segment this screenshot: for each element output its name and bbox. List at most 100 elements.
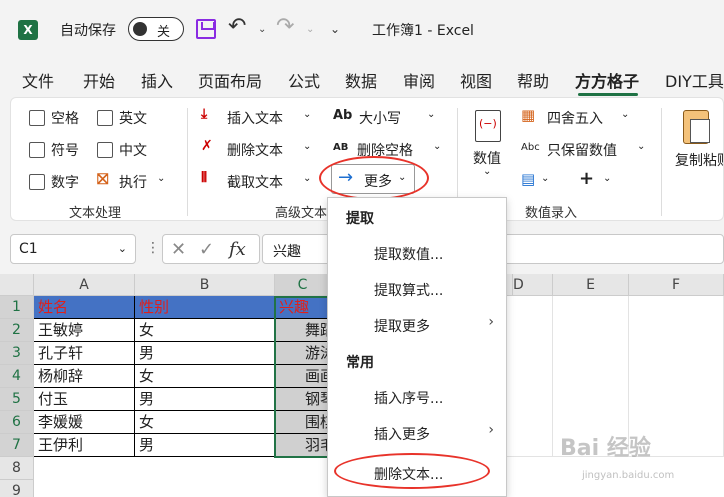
customize-toolbar-icon[interactable]: ⌄ bbox=[330, 22, 340, 36]
table-cell[interactable]: 男 bbox=[135, 434, 275, 457]
table-cell[interactable]: 王敏婷 bbox=[34, 319, 135, 342]
undo-icon[interactable]: ↶ bbox=[228, 14, 246, 39]
insert-text-button[interactable]: ⤓ 插入文本 ⌄ bbox=[201, 106, 319, 130]
cell-c1[interactable]: 兴趣 bbox=[275, 296, 331, 319]
checkbox-symbol[interactable] bbox=[29, 142, 45, 158]
row-header[interactable]: 4 bbox=[0, 365, 34, 388]
undo-dropdown-icon[interactable]: ⌄ bbox=[258, 24, 266, 35]
edit-table-icon[interactable]: ▤ bbox=[521, 170, 535, 188]
execute-button[interactable]: ⛝ 执行 ⌄ bbox=[95, 170, 171, 194]
more-options-icon[interactable]: ⋮ bbox=[146, 240, 160, 256]
checkbox-chinese[interactable] bbox=[97, 142, 113, 158]
redo-icon[interactable]: ↷ bbox=[276, 14, 294, 39]
name-box[interactable]: C1 ⌄ bbox=[10, 234, 136, 264]
row-header[interactable]: 3 bbox=[0, 342, 34, 365]
checkbox-space[interactable] bbox=[29, 110, 45, 126]
table-cell[interactable]: 画画 bbox=[275, 365, 331, 388]
table-cell[interactable]: 钢琴 bbox=[275, 388, 331, 411]
label-number: 数字 bbox=[51, 175, 79, 191]
menu-insert[interactable]: 插入 bbox=[141, 68, 173, 92]
menu-fangfang[interactable]: 方方格子 bbox=[575, 68, 639, 92]
chevron-down-icon[interactable]: ⌄ bbox=[603, 173, 611, 184]
empty-cells[interactable] bbox=[507, 296, 553, 457]
round-button[interactable]: ▦ 四舍五入 ⌄ bbox=[521, 106, 641, 130]
chevron-down-icon[interactable]: ⌄ bbox=[541, 173, 549, 184]
section-extract: 提取 bbox=[346, 211, 374, 227]
redo-dropdown-icon[interactable]: ⌄ bbox=[306, 24, 314, 35]
table-cell[interactable]: 李媛媛 bbox=[34, 411, 135, 434]
menu-item-extract-more[interactable]: 提取更多 bbox=[374, 316, 430, 336]
menu-data[interactable]: 数据 bbox=[345, 68, 377, 92]
value-button[interactable]: (−) 数值 ⌄ bbox=[469, 106, 509, 186]
table-cell[interactable]: 舞蹈 bbox=[275, 319, 331, 342]
checkbox-number[interactable] bbox=[29, 174, 45, 190]
table-cell[interactable]: 男 bbox=[135, 342, 275, 365]
menu-help[interactable]: 帮助 bbox=[517, 68, 549, 92]
cancel-icon[interactable]: ✕ bbox=[171, 239, 186, 260]
table-cell[interactable]: 孔子轩 bbox=[34, 342, 135, 365]
table-cell[interactable]: 女 bbox=[135, 365, 275, 388]
menu-item-extract-values[interactable]: 提取数值... bbox=[374, 244, 443, 264]
menu-item-extract-formula[interactable]: 提取算式... bbox=[374, 280, 443, 300]
column-header-e[interactable]: E bbox=[553, 274, 629, 296]
row-header[interactable]: 2 bbox=[0, 319, 34, 342]
table-cell[interactable]: 王伊利 bbox=[34, 434, 135, 457]
column-header-d-label[interactable]: D bbox=[513, 274, 553, 296]
formula-content: 兴趣 bbox=[273, 244, 301, 260]
menu-review[interactable]: 审阅 bbox=[403, 68, 435, 92]
autosave-toggle[interactable]: 关 bbox=[128, 17, 184, 41]
column-header-a[interactable]: A bbox=[34, 274, 135, 296]
save-icon[interactable] bbox=[196, 19, 216, 39]
case-icon: Ab bbox=[333, 108, 353, 123]
column-header-b[interactable]: B bbox=[135, 274, 275, 296]
menu-page-layout[interactable]: 页面布局 bbox=[198, 68, 262, 92]
chevron-right-icon: › bbox=[488, 314, 494, 330]
cell-b1[interactable]: 性别 bbox=[135, 296, 275, 319]
menu-formulas[interactable]: 公式 bbox=[288, 68, 320, 92]
annotation-circle bbox=[319, 156, 429, 200]
extract-text-button[interactable]: ⦀ 截取文本 ⌄ bbox=[201, 170, 319, 194]
execute-icon: ⛝ bbox=[97, 170, 109, 188]
chevron-down-icon: ⌄ bbox=[117, 242, 127, 255]
menu-item-insert-more[interactable]: 插入更多 bbox=[374, 424, 430, 444]
plus-icon[interactable]: + bbox=[579, 168, 594, 189]
menu-home[interactable]: 开始 bbox=[83, 68, 115, 92]
chevron-down-icon: ⌄ bbox=[483, 166, 492, 177]
menu-view[interactable]: 视图 bbox=[460, 68, 492, 92]
chevron-down-icon: ⌄ bbox=[637, 141, 646, 152]
table-cell[interactable]: 女 bbox=[135, 319, 275, 342]
menu-file[interactable]: 文件 bbox=[22, 68, 54, 92]
row-header[interactable]: 5 bbox=[0, 388, 34, 411]
active-tab-indicator bbox=[578, 93, 638, 96]
autosave-label: 自动保存 bbox=[60, 23, 116, 39]
menu-diy-tools[interactable]: DIY工具 bbox=[665, 68, 724, 92]
table-cell[interactable]: 杨柳辞 bbox=[34, 365, 135, 388]
case-button[interactable]: Ab 大小写 ⌄ bbox=[333, 106, 443, 130]
cell-a1[interactable]: 姓名 bbox=[34, 296, 135, 319]
column-header-f[interactable]: F bbox=[629, 274, 724, 296]
checkbox-english[interactable] bbox=[97, 110, 113, 126]
row-header[interactable]: 8 bbox=[0, 457, 34, 480]
select-all-corner[interactable] bbox=[0, 274, 34, 296]
table-cell[interactable]: 游泳 bbox=[275, 342, 331, 365]
row-header[interactable]: 9 bbox=[0, 480, 34, 497]
delete-text-button[interactable]: ✗ 删除文本 ⌄ bbox=[201, 138, 319, 162]
table-cell[interactable]: 女 bbox=[135, 411, 275, 434]
confirm-icon[interactable]: ✓ bbox=[199, 239, 214, 260]
menu-item-insert-sequence[interactable]: 插入序号... bbox=[374, 388, 443, 408]
delete-text-label: 删除文本 bbox=[227, 143, 283, 159]
keep-values-button[interactable]: Abc 只保留数值 ⌄ bbox=[521, 138, 651, 162]
column-header-c[interactable]: C bbox=[275, 274, 331, 296]
clipboard-icon bbox=[683, 110, 710, 144]
row-header[interactable]: 7 bbox=[0, 434, 34, 457]
table-cell[interactable]: 付玉 bbox=[34, 388, 135, 411]
annotation-circle bbox=[334, 453, 490, 489]
row-header[interactable]: 1 bbox=[0, 296, 34, 319]
table-cell[interactable]: 围棋 bbox=[275, 411, 331, 434]
row-header[interactable]: 6 bbox=[0, 411, 34, 434]
insert-function-icon[interactable]: fx bbox=[229, 239, 246, 260]
copy-paste-button[interactable]: 复制粘贴 bbox=[673, 106, 723, 196]
table-cell[interactable]: 羽毛 bbox=[275, 434, 331, 457]
table-cell[interactable]: 男 bbox=[135, 388, 275, 411]
chevron-down-icon: ⌄ bbox=[303, 141, 312, 152]
